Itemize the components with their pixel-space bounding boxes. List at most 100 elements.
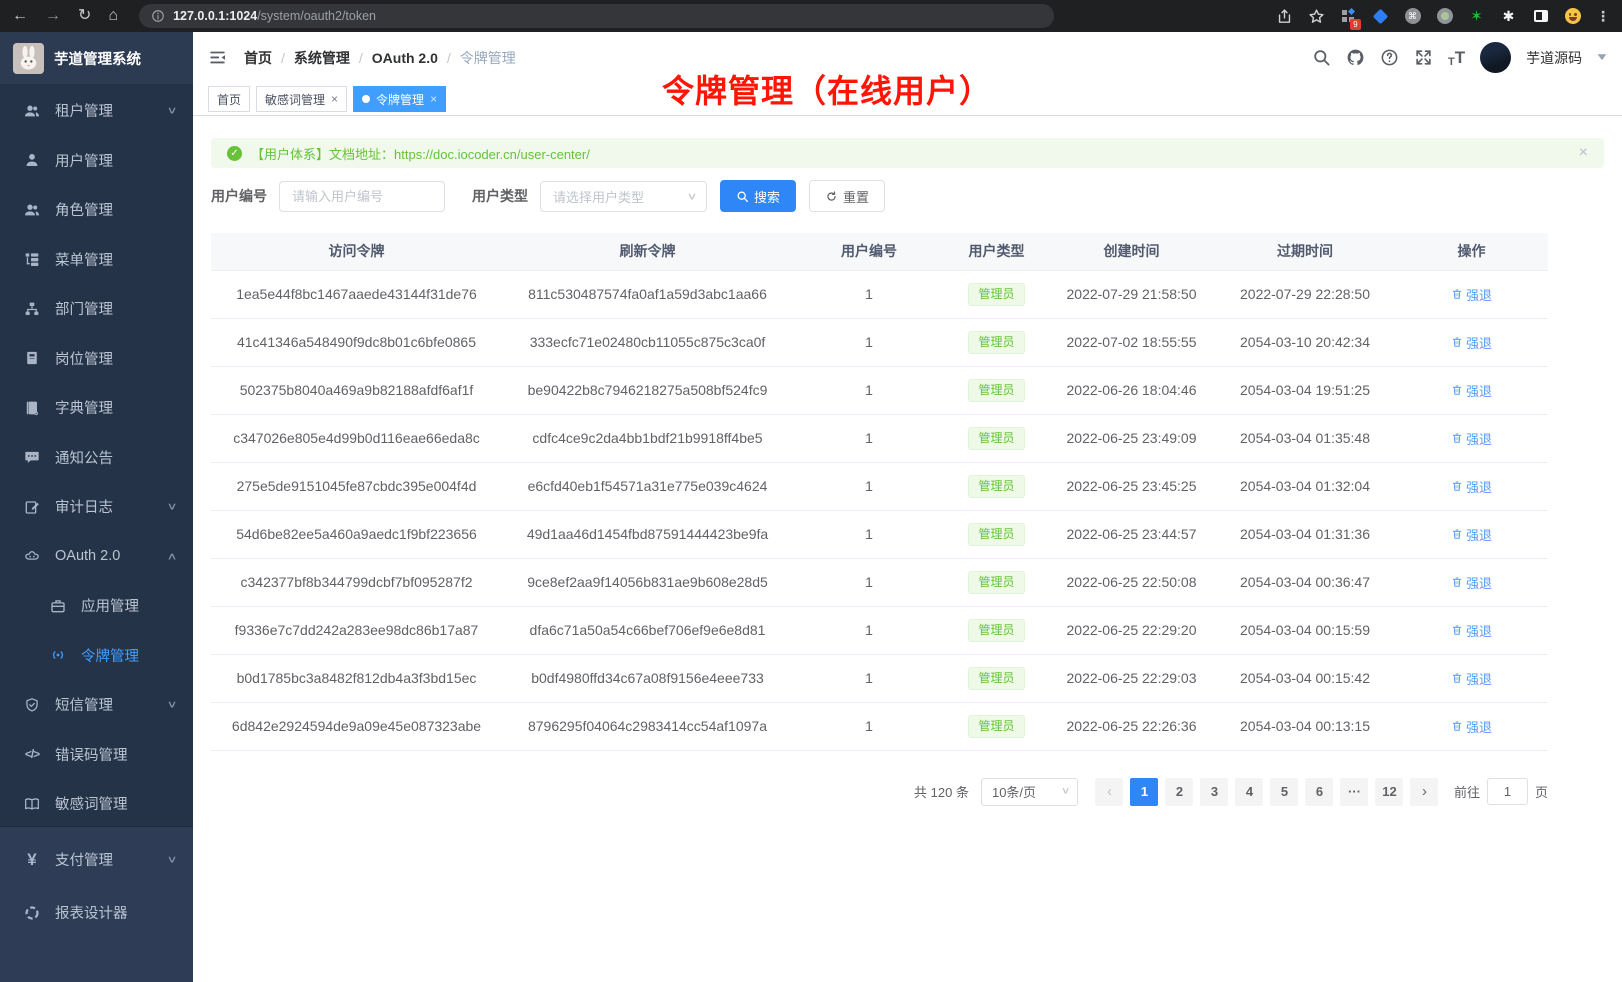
sidebar-item-notice-chat[interactable]: 通知公告 [0,433,193,483]
tag-tab[interactable]: 首页 [208,86,250,112]
extension-record-icon[interactable] [1436,8,1453,25]
cell-user-id: 1 [793,510,945,558]
browser-home-icon[interactable]: ⌂ [108,0,118,32]
sidebar-item-sensitive-book[interactable]: 敏感词管理 [0,779,193,829]
force-logout-button[interactable]: 强退 [1451,669,1492,688]
cell-actions: 强退 [1395,558,1548,606]
cell-create-time: 2022-06-25 23:45:25 [1048,462,1215,510]
tab-close-icon[interactable]: × [430,92,437,106]
help-icon[interactable] [1380,48,1399,67]
pagination-page-6[interactable]: 6 [1305,778,1333,806]
sidebar-panel-icon[interactable] [1532,8,1549,25]
extension-grid-icon[interactable]: 9 [1340,8,1357,25]
sidebar-item-pay-yen[interactable]: ¥支付管理∨ [0,833,193,886]
sidebar-item-role-users[interactable]: 角色管理 [0,185,193,235]
sidebar-collapse-icon[interactable] [208,48,227,67]
breadcrumb-item[interactable]: 首页 [244,48,272,68]
address-bar[interactable]: 127.0.0.1:1024/system/oauth2/token [139,4,1054,28]
breadcrumb-item[interactable]: OAuth 2.0 [372,50,438,66]
pagination-total: 共 120 条 [914,782,969,801]
sidebar-item-token-broadcast[interactable]: 令牌管理 [0,631,193,681]
alert-doc-link[interactable]: https://doc.iocoder.cn/user-center/ [394,147,590,162]
force-logout-button[interactable]: 强退 [1451,525,1492,544]
username[interactable]: 芋道源码 [1526,48,1582,68]
tab-close-icon[interactable]: × [331,92,338,106]
sidebar-item-post-badge[interactable]: 岗位管理 [0,334,193,384]
errcode-icon: </> [23,746,41,763]
force-logout-button[interactable]: 强退 [1451,573,1492,592]
fullscreen-icon[interactable] [1414,48,1433,67]
extension-star-icon[interactable]: ✶ [1468,8,1485,25]
cell-expire-time: 2054-03-04 00:36:47 [1215,558,1395,606]
sidebar-item-label: 敏感词管理 [55,793,128,814]
sidebar-item-label: 租户管理 [55,100,113,121]
sidebar-item-user[interactable]: 用户管理 [0,136,193,186]
force-logout-button[interactable]: 强退 [1451,717,1492,736]
sidebar-item-oauth-robot[interactable]: OAuth 2.0∧ [0,532,193,582]
force-logout-button[interactable]: 强退 [1451,429,1492,448]
pagination-more-button[interactable]: ··· [1340,778,1368,806]
cell-access-token: 6d842e2924594de9a09e45e087323abe [211,702,502,750]
pagination-page-12[interactable]: 12 [1375,778,1403,806]
sidebar-item-label: 角色管理 [55,199,113,220]
browser-back-icon[interactable]: ← [12,0,28,32]
pagination-page-1[interactable]: 1 [1130,778,1158,806]
sidebar-item-audit-edit[interactable]: 审计日志∨ [0,482,193,532]
sidebar-item-app-briefcase[interactable]: 应用管理 [0,581,193,631]
force-logout-button[interactable]: 强退 [1451,381,1492,400]
pagination-page-5[interactable]: 5 [1270,778,1298,806]
font-size-icon[interactable]: TT [1448,48,1465,68]
breadcrumb-item[interactable]: 系统管理 [294,48,350,68]
cell-access-token: c347026e805e4d99b0d116eae66eda8c [211,414,502,462]
page-size-select[interactable]: 10条/页 ∨ [981,778,1078,806]
sidebar-item-org-chart[interactable]: 部门管理 [0,284,193,334]
bookmark-star-icon[interactable] [1308,8,1325,25]
search-button[interactable]: 搜索 [720,180,796,212]
force-logout-button[interactable]: 强退 [1451,477,1492,496]
breadcrumb-item: 令牌管理 [460,48,516,68]
extension-command-icon[interactable]: ⌘ [1404,8,1421,25]
sidebar-item-dict-book[interactable]: 字典管理 [0,383,193,433]
pagination-page-3[interactable]: 3 [1200,778,1228,806]
app-logo-row[interactable]: 芋道管理系统 [0,32,193,84]
cell-expire-time: 2054-03-04 19:51:25 [1215,366,1395,414]
search-icon[interactable] [1312,48,1331,67]
col-actions: 操作 [1395,233,1548,270]
sidebar-item-label: 应用管理 [81,595,139,616]
share-icon[interactable] [1276,8,1293,25]
sidebar-item-menu-tree[interactable]: 菜单管理 [0,235,193,285]
reset-button[interactable]: 重置 [809,180,885,212]
github-icon[interactable] [1346,48,1365,67]
pagination-page-2[interactable]: 2 [1165,778,1193,806]
sidebar-item-tenant-users[interactable]: 租户管理∨ [0,86,193,136]
sidebar-item-errcode[interactable]: </>错误码管理 [0,730,193,780]
force-logout-button[interactable]: 强退 [1451,285,1492,304]
goto-page-input[interactable] [1487,778,1528,805]
pagination-next-button[interactable]: › [1410,778,1438,806]
cell-actions: 强退 [1395,606,1548,654]
tag-tab[interactable]: 敏感词管理× [256,86,347,112]
search-icon [736,190,749,203]
user-type-select[interactable]: 请选择用户类型 ∨ [540,181,707,212]
profile-emoji-icon[interactable] [1564,8,1581,25]
browser-reload-icon[interactable]: ↻ [78,0,91,32]
sidebar-item-report-designer[interactable]: 报表设计器 [0,886,193,939]
app-title: 芋道管理系统 [54,48,141,69]
user-avatar[interactable] [1480,42,1511,73]
caret-down-icon[interactable]: ▼ [1595,52,1610,63]
extensions-puzzle-icon[interactable]: ✱ [1500,8,1517,25]
site-info-icon[interactable] [151,9,165,23]
browser-forward-icon[interactable]: → [45,0,61,32]
force-logout-button[interactable]: 强退 [1451,621,1492,640]
tag-tab[interactable]: 令牌管理× [353,86,446,112]
force-logout-button[interactable]: 强退 [1451,333,1492,352]
extension-gem-icon[interactable] [1372,8,1389,25]
dict-book-icon [23,399,41,416]
pagination-page-4[interactable]: 4 [1235,778,1263,806]
user-icon [23,152,41,169]
browser-menu-icon[interactable]: ⋮ [1596,8,1610,25]
alert-close-icon[interactable]: × [1579,144,1588,162]
sidebar-item-sms-shield[interactable]: 短信管理∨ [0,680,193,730]
table-row: 275e5de9151045fe87cbdc395e004f4de6cfd40e… [211,462,1548,510]
user-id-input[interactable] [279,181,445,212]
